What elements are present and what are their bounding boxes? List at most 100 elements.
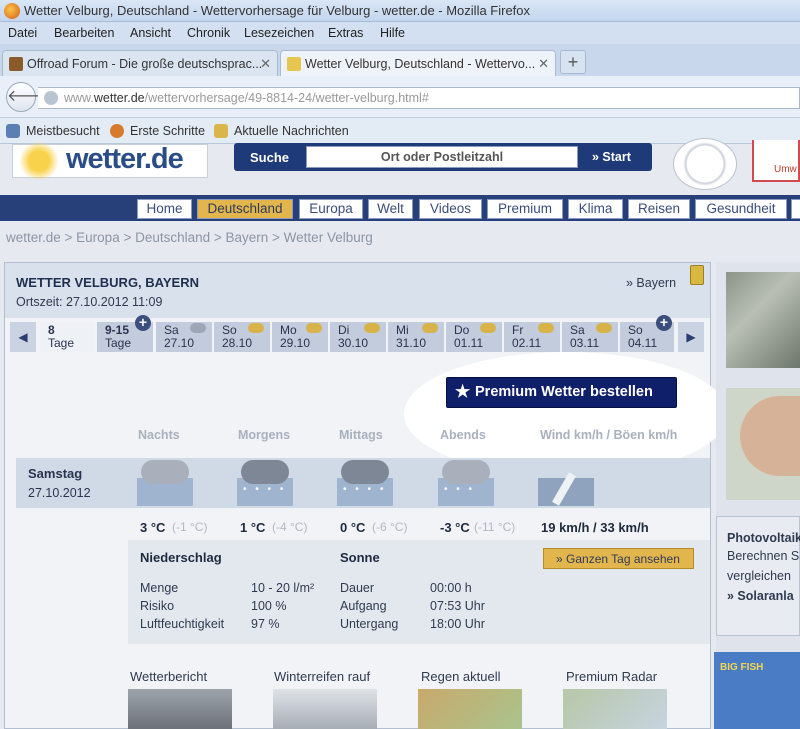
temp-nachts: 3 °C [140, 520, 166, 535]
niederschlag-title: Niederschlag [140, 550, 222, 565]
day-tab-bottom: Tage [105, 336, 132, 350]
detail-value: 00:00 h [430, 581, 472, 595]
col-wind: Wind km/h / Böen km/h [540, 428, 678, 442]
sun-cloud-icon [306, 323, 322, 333]
day-tab-8-tage[interactable]: 8 Tage [40, 322, 94, 352]
bookmark-meistbesucht[interactable]: Meistbesucht [26, 124, 100, 138]
teaser-image[interactable] [418, 689, 522, 729]
bookmark-erste-schritte[interactable]: Erste Schritte [130, 124, 205, 138]
nav-gesundheit[interactable]: Gesundheit [695, 199, 787, 219]
nav-deutschland[interactable]: Deutschland [197, 199, 293, 219]
sidebar-ad[interactable]: BIG FISH [714, 652, 800, 729]
nav-more[interactable] [791, 199, 800, 219]
forecast-header [5, 263, 710, 318]
teaser-wetterbericht[interactable]: Wetterbericht [130, 669, 207, 684]
menu-ansicht[interactable]: Ansicht [130, 26, 171, 40]
day-tab-bottom: 03.11 [570, 336, 600, 350]
search-start-button[interactable]: » Start [592, 150, 631, 164]
site-logo[interactable]: wetter.de [66, 143, 184, 176]
detail-key: Risiko [140, 599, 175, 613]
nav-klima[interactable]: Klima [568, 199, 623, 219]
url-path: /wettervorhersage/49-8814-24/wetter-velb… [144, 91, 429, 105]
nav-videos[interactable]: Videos [419, 199, 482, 219]
url-prefix: www. [64, 91, 94, 105]
breadcrumb[interactable]: wetter.de > Europa > Deutschland > Bayer… [6, 230, 373, 245]
tab-bar: Offroad Forum - Die große deutschsprac..… [0, 44, 800, 76]
premium-order-label: Premium Wetter bestellen [475, 384, 653, 400]
days-next-arrow[interactable]: ▶ [678, 322, 704, 352]
sidebar-map-image[interactable] [726, 272, 800, 368]
day-tab-so-28[interactable]: So 28.10 [214, 322, 270, 352]
menu-bearbeiten[interactable]: Bearbeiten [54, 26, 114, 40]
new-tab-button[interactable]: + [560, 50, 586, 74]
photovoltaik-box: Photovoltaik Berechnen S vergleichen » S… [716, 516, 800, 636]
detail-key: Aufgang [340, 599, 387, 613]
menu-lesezeichen[interactable]: Lesezeichen [244, 26, 314, 40]
rain-weather-icon: • • • • [337, 458, 393, 508]
day-tab-top: Mo [280, 323, 297, 337]
region-link[interactable]: » Bayern [626, 276, 676, 290]
days-prev-arrow[interactable]: ◀ [10, 322, 36, 352]
url-bar[interactable]: www.wetter.de/wettervorhersage/49-8814-2… [38, 87, 800, 109]
nav-welt[interactable]: Welt [368, 199, 413, 219]
teaser-image[interactable] [128, 689, 232, 729]
day-tab-sa-03[interactable]: Sa 03.11 [562, 322, 618, 352]
detail-value: 97 % [251, 617, 280, 631]
day-tab-bottom: 01.11 [454, 336, 484, 350]
full-day-button[interactable]: » Ganzen Tag ansehen [543, 548, 694, 569]
day-tab-top: 8 [48, 323, 55, 337]
day-tab-9-15-tage[interactable]: 9-15 Tage + [97, 315, 153, 352]
teaser-winterreifen[interactable]: Winterreifen rauf [274, 669, 370, 684]
wetter-favicon-icon [287, 57, 301, 71]
day-tab-sa-27[interactable]: Sa 27.10 [156, 322, 212, 352]
day-tab-mi-31[interactable]: Mi 31.10 [388, 322, 444, 352]
nav-europa[interactable]: Europa [299, 199, 363, 219]
day-tab-so-04[interactable]: So 04.11 + [620, 315, 674, 352]
day-tab-top: Mi [396, 323, 409, 337]
day-tab-fr-02[interactable]: Fr 02.11 [504, 322, 560, 352]
nav-reisen[interactable]: Reisen [628, 199, 690, 219]
window-titlebar: Wetter Velburg, Deutschland - Wettervorh… [0, 0, 800, 22]
photovoltaik-line2: vergleichen [727, 569, 791, 583]
sun-cloud-icon [248, 323, 264, 333]
umwelt-badge[interactable]: Umw [752, 140, 800, 182]
tab-offroad-forum[interactable]: Offroad Forum - Die große deutschsprac..… [2, 50, 278, 76]
premium-order-button[interactable]: ★ Premium Wetter bestellen [446, 377, 677, 408]
feels-nachts: (-1 °C) [172, 520, 208, 534]
nav-premium[interactable]: Premium [487, 199, 563, 219]
menu-chronik[interactable]: Chronik [187, 26, 230, 40]
bookmarks-toolbar: Meistbesucht Erste Schritte Aktuelle Nac… [0, 118, 800, 144]
teaser-premium-radar[interactable]: Premium Radar [566, 669, 657, 684]
close-tab-icon[interactable]: ✕ [260, 56, 271, 72]
bookmark-aktuelle-nachrichten[interactable]: Aktuelle Nachrichten [234, 124, 349, 138]
offroad-favicon-icon [9, 57, 23, 71]
day-tab-top: Do [454, 323, 470, 337]
tab-wetter-velburg[interactable]: Wetter Velburg, Deutschland - Wettervo..… [280, 50, 556, 76]
back-button[interactable]: 🡐 [6, 82, 50, 112]
day-tab-do-01[interactable]: Do 01.11 [446, 322, 502, 352]
day-tab-di-30[interactable]: Di 30.10 [330, 322, 386, 352]
menu-extras[interactable]: Extras [328, 26, 363, 40]
day-tab-mo-29[interactable]: Mo 29.10 [272, 322, 328, 352]
menu-hilfe[interactable]: Hilfe [380, 26, 405, 40]
bookmark-clip-icon[interactable] [690, 265, 704, 285]
seal-badge-icon[interactable] [673, 138, 737, 190]
teaser-image[interactable] [563, 689, 667, 729]
day-tab-bottom: Tage [48, 336, 75, 350]
url-domain: wetter.de [93, 91, 145, 105]
star-icon: ★ [455, 382, 471, 401]
close-tab-icon[interactable]: ✕ [538, 56, 549, 72]
nav-home[interactable]: Home [137, 199, 192, 219]
menu-datei[interactable]: Datei [8, 26, 37, 40]
detail-value: 07:53 Uhr [430, 599, 485, 613]
day-tab-top: Fr [512, 323, 524, 337]
day-tab-bottom: 04.11 [628, 336, 658, 350]
photovoltaik-link[interactable]: » Solaranla [727, 589, 794, 603]
teaser-regen[interactable]: Regen aktuell [421, 669, 501, 684]
teaser-image[interactable] [273, 689, 377, 729]
day-tab-bottom: 02.11 [512, 336, 542, 350]
day-tab-top: Di [338, 323, 350, 337]
search-input[interactable]: Ort oder Postleitzahl [306, 146, 578, 168]
day-date: 27.10.2012 [28, 486, 91, 500]
tab-label: Wetter Velburg, Deutschland - Wettervo..… [305, 57, 536, 71]
